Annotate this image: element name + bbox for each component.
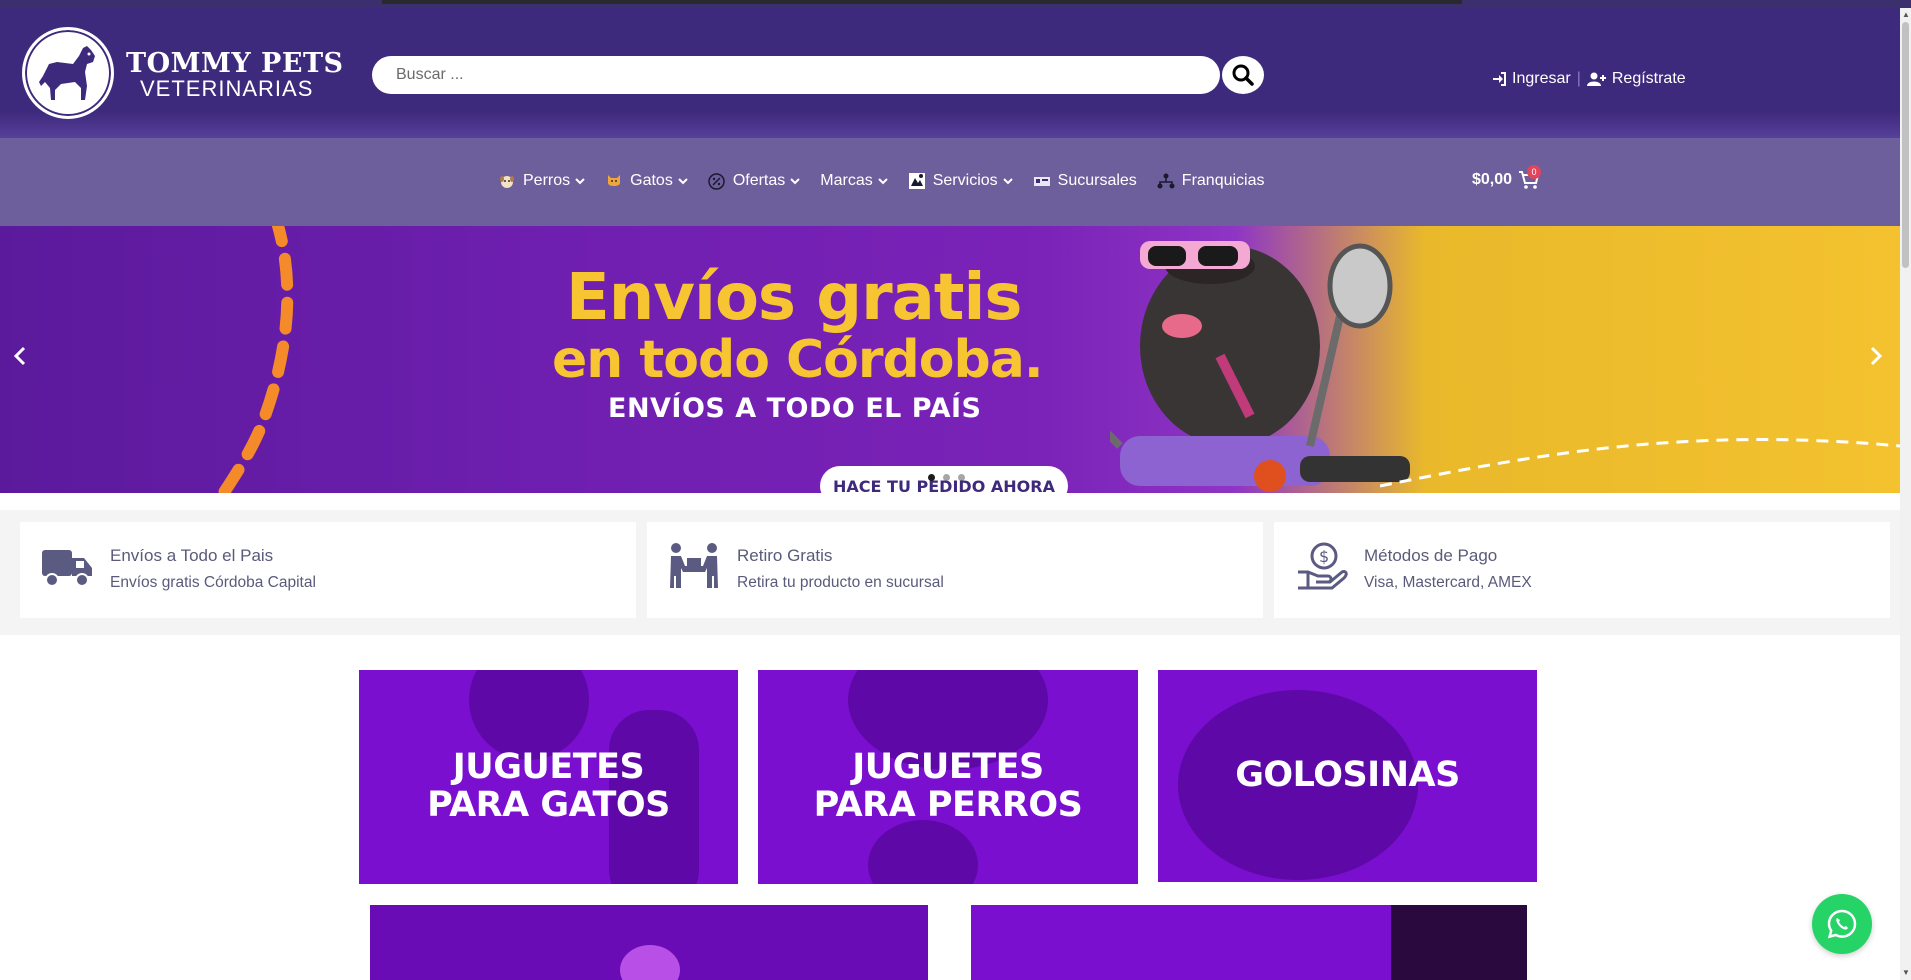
- search-field: [372, 56, 1220, 94]
- category-title: JUGUETES PARA PERROS: [758, 748, 1138, 824]
- feature-pickup: Retiro Gratis Retira tu producto en sucu…: [647, 522, 1263, 618]
- search-icon: [1232, 64, 1254, 86]
- scroll-down-arrow[interactable]: ▼: [1902, 968, 1910, 977]
- category-banner-left[interactable]: [370, 905, 928, 980]
- nav-item-servicios[interactable]: Servicios: [908, 172, 1013, 190]
- nav-item-franquicias[interactable]: Franquicias: [1157, 172, 1265, 190]
- cart-total: $0,00: [1472, 171, 1513, 188]
- cart-count-badge: 0: [1527, 165, 1541, 179]
- nav-item-ofertas[interactable]: Ofertas: [708, 172, 800, 190]
- feature-title: Retiro Gratis: [737, 546, 833, 565]
- hero-subheadline: ENVÍOS A TODO EL PAÍS: [608, 393, 982, 424]
- nav-item-gatos[interactable]: Gatos: [605, 172, 688, 190]
- category-title: JUGUETES PARA GATOS: [359, 748, 738, 824]
- register-label: Regístrate: [1611, 70, 1686, 87]
- nav-item-perros[interactable]: Perros: [498, 172, 585, 190]
- nav-label-servicios: Servicios: [932, 172, 998, 189]
- feature-subtitle: Envíos gratis Córdoba Capital: [110, 574, 316, 591]
- login-label: Ingresar: [1512, 70, 1571, 87]
- category-dog-toys[interactable]: JUGUETES PARA PERROS: [758, 670, 1138, 884]
- chevron-down-icon: [678, 178, 688, 185]
- account-links: Ingresar | Regístrate: [1492, 70, 1686, 88]
- slider-dot-3[interactable]: [958, 474, 965, 481]
- slider-dot-2[interactable]: [943, 474, 950, 481]
- feature-subtitle: Retira tu producto en sucursal: [737, 574, 944, 591]
- nav-item-sucursales[interactable]: Sucursales: [1033, 172, 1137, 190]
- hero-headline: Envíos gratis: [566, 261, 1022, 335]
- category-title: GOLOSINAS: [1235, 755, 1460, 795]
- truck-icon: [42, 550, 92, 587]
- page-scrollbar[interactable]: ▲ ▼: [1900, 8, 1911, 980]
- slider-dots: [928, 474, 965, 481]
- user-plus-icon: [1586, 72, 1606, 86]
- hero-headline-2: en todo Córdoba.: [552, 330, 1044, 390]
- nav-label-marcas: Marcas: [820, 172, 873, 189]
- services-icon: [908, 172, 926, 190]
- hero-slider: Envíos gratis en todo Córdoba. ENVÍOS A …: [0, 226, 1900, 493]
- nav-label-sucursales: Sucursales: [1057, 172, 1137, 189]
- slider-prev-arrow[interactable]: [12, 344, 28, 368]
- account-separator: |: [1576, 70, 1581, 87]
- chevron-down-icon: [1002, 178, 1013, 185]
- dog-logo-icon: [39, 46, 95, 100]
- nav-label-perros: Perros: [523, 172, 571, 189]
- dark-photo-decoration: [1391, 905, 1527, 980]
- category-treats[interactable]: GOLOSINAS: [1158, 670, 1537, 882]
- scroll-up-arrow[interactable]: ▲: [1902, 10, 1910, 19]
- dashed-path-decoration: [216, 226, 294, 493]
- category-title-line2: PARA PERROS: [813, 785, 1083, 825]
- nav-item-marcas[interactable]: Marcas: [820, 172, 888, 190]
- main-navigation: Perros Gatos Ofertas Marcas Servicios Su…: [0, 138, 1900, 226]
- feature-title: Envíos a Todo el Pais: [110, 546, 274, 565]
- payment-hand-icon: $: [1298, 542, 1348, 590]
- nav-label-gatos: Gatos: [630, 172, 673, 189]
- chevron-down-icon: [878, 178, 888, 185]
- network-icon: [1157, 172, 1175, 190]
- whatsapp-chat-button[interactable]: [1812, 894, 1872, 954]
- chevron-down-icon: [575, 178, 585, 185]
- category-banner-right[interactable]: [971, 905, 1527, 980]
- scrollbar-thumb[interactable]: [1902, 22, 1909, 268]
- dog-icon: [498, 172, 516, 190]
- slider-dot-1[interactable]: [928, 474, 935, 481]
- login-link[interactable]: Ingresar: [1492, 70, 1571, 88]
- browser-top-strip: [0, 0, 1911, 8]
- top-strip-bar: [382, 0, 1462, 4]
- paw-decoration: [620, 945, 680, 980]
- feature-title: Métodos de Pago: [1364, 546, 1498, 565]
- feature-payment: $ Métodos de Pago Visa, Mastercard, AMEX: [1274, 522, 1890, 618]
- register-link[interactable]: Regístrate: [1586, 70, 1686, 88]
- category-cat-toys[interactable]: JUGUETES PARA GATOS: [359, 670, 738, 884]
- search-button[interactable]: [1222, 56, 1264, 94]
- cat-icon: [605, 172, 623, 190]
- pickup-icon: [670, 543, 718, 588]
- brand-name-line1: TOMMY PETS: [126, 48, 344, 79]
- nav-label-ofertas: Ofertas: [732, 172, 786, 189]
- dotted-curve-decoration: [1380, 438, 1900, 488]
- logo[interactable]: [22, 27, 114, 119]
- store-icon: [1033, 172, 1051, 190]
- site-header: TOMMY PETS VETERINARIAS Ingresar | Regís…: [0, 8, 1900, 138]
- sign-in-icon: [1493, 72, 1506, 86]
- nav-label-franquicias: Franquicias: [1181, 172, 1265, 189]
- slider-next-arrow[interactable]: [1868, 344, 1884, 368]
- cart-button[interactable]: $0,00 0: [1472, 165, 1541, 190]
- brand-name-line2: VETERINARIAS: [140, 76, 314, 101]
- search-input[interactable]: [396, 66, 1176, 84]
- category-title-line1: JUGUETES: [452, 747, 645, 787]
- chevron-down-icon: [790, 178, 800, 185]
- category-title-line2: PARA GATOS: [427, 785, 670, 825]
- whatsapp-icon: [1827, 909, 1857, 939]
- feature-shipping: Envíos a Todo el Pais Envíos gratis Córd…: [20, 522, 636, 618]
- toy-photo-decoration: [868, 820, 978, 884]
- feature-subtitle: Visa, Mastercard, AMEX: [1364, 574, 1532, 591]
- category-title-line1: JUGUETES: [852, 747, 1044, 787]
- brand-name[interactable]: TOMMY PETS VETERINARIAS: [126, 50, 344, 100]
- percent-icon: [708, 172, 726, 190]
- svg-text:$: $: [1319, 547, 1329, 566]
